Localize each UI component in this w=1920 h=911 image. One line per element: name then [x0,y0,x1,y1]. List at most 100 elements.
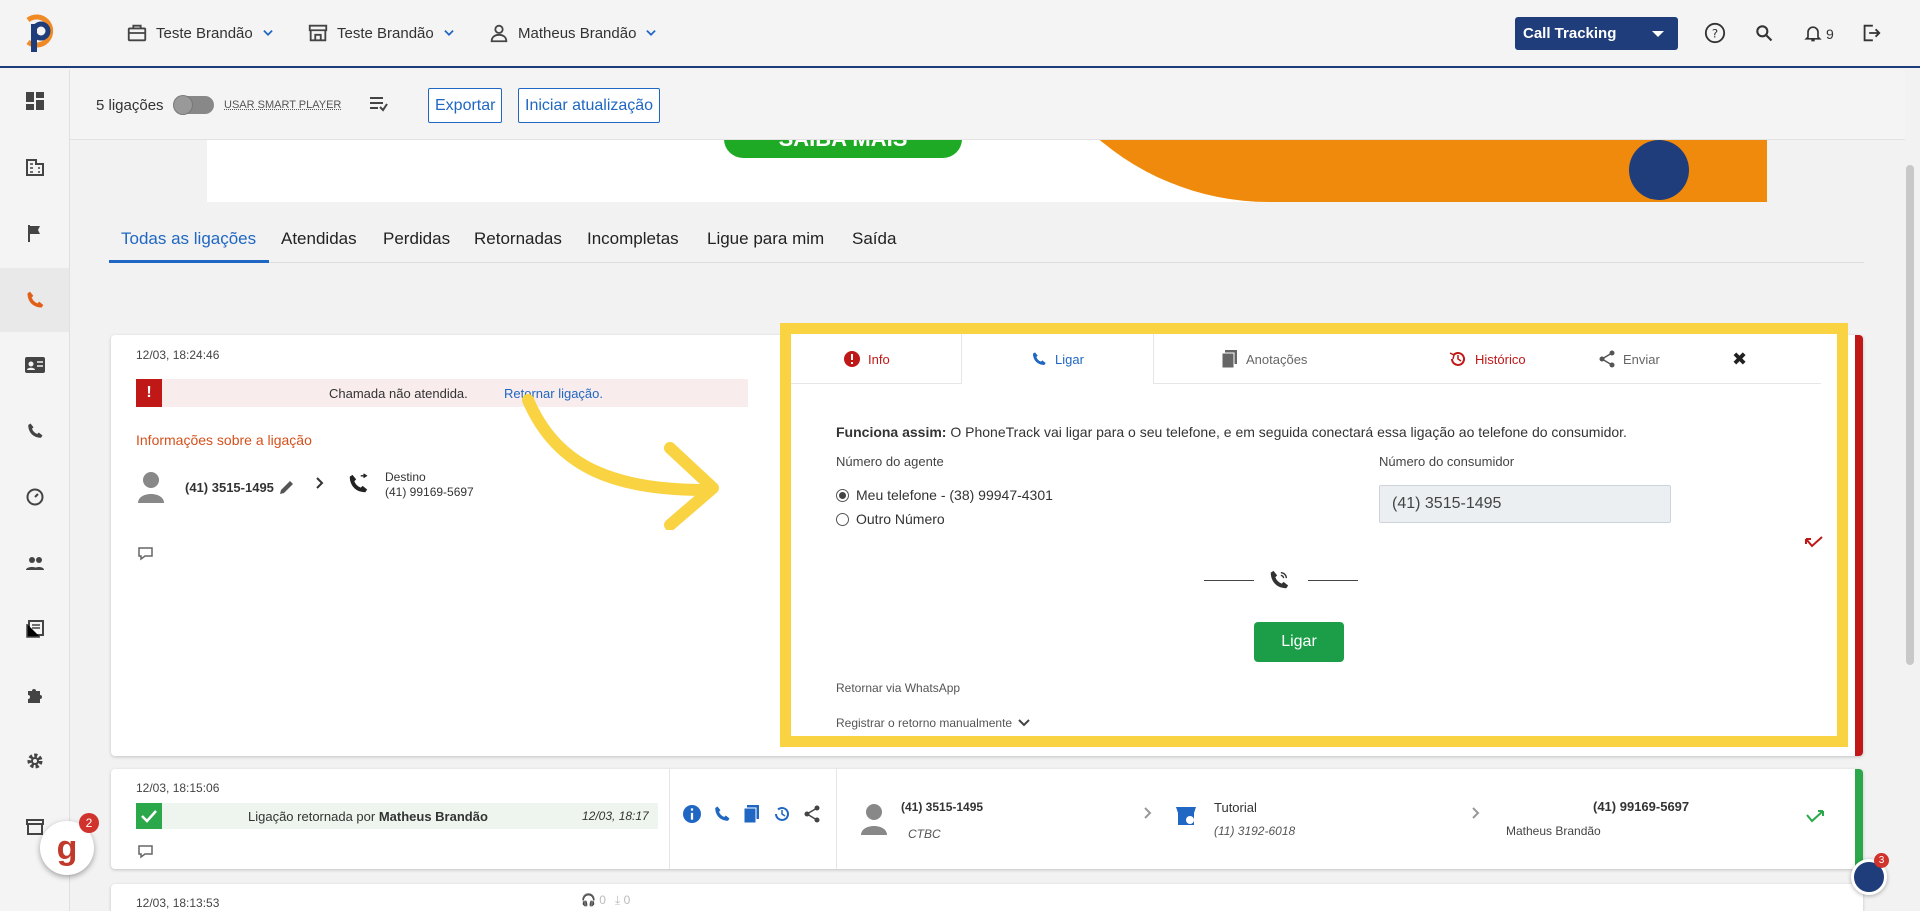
chevron-right-icon [1471,806,1481,820]
return-call-popup: Info Ligar Anotações Histórico Enviar ✖ … [780,323,1848,747]
help-badge: 3 [1874,853,1889,868]
tab-missed[interactable]: Perdidas [383,229,450,249]
answered-status-bar [1855,769,1863,869]
download-count-value: 0 [624,893,631,907]
flag-icon[interactable] [22,220,48,246]
popup-description-text: O PhoneTrack vai ligar para o seu telefo… [950,424,1627,440]
manual-return-toggle[interactable]: Registrar o retorno manualmente [836,716,1030,730]
info-icon[interactable] [683,805,701,823]
user-icon [488,22,510,44]
tab-returned[interactable]: Retornadas [474,229,562,249]
whatsapp-return-link[interactable]: Retornar via WhatsApp [836,681,960,695]
calls-nav-icon[interactable] [0,268,69,332]
logout-icon[interactable] [1858,20,1884,46]
phone-icon[interactable] [22,418,48,444]
download-count: ⤓ 0 [615,893,630,908]
listen-count: 🎧 0 [581,893,606,907]
sidebar [0,70,70,911]
call-card[interactable]: 12/03, 18:15:06 Ligação retornada por Ma… [111,769,1863,869]
listen-count-value: 0 [599,893,606,907]
tab-incomplete[interactable]: Incompletas [587,229,679,249]
agent-option-other[interactable]: Outro Número [836,511,945,527]
popup-tab-ligar-label: Ligar [1055,352,1084,367]
phone-icon[interactable] [713,805,731,823]
export-button[interactable]: Exportar [428,88,502,123]
bell-icon[interactable] [1800,20,1826,46]
campaign-number: (11) 3192-6018 [1214,824,1295,838]
radio-other-number[interactable] [836,513,849,526]
toggle-knob [174,96,192,114]
popup-tab-notes[interactable]: Anotações [1222,334,1307,384]
consumer-number-field[interactable]: (41) 3515-1495 [1379,485,1671,523]
phonetrack-logo[interactable] [22,12,58,54]
connector-line-right [1308,580,1358,581]
popup-tab-send[interactable]: Enviar [1599,334,1660,384]
book-icon[interactable] [22,616,48,642]
agent-option-my-phone-label: Meu telefone - (38) 99947-4301 [856,487,1053,503]
tab-call-me[interactable]: Ligue para mim [707,229,824,249]
chat-widget-logo: g [57,829,78,868]
contact-card-icon[interactable] [22,352,48,378]
popup-tab-history[interactable]: Histórico [1449,334,1526,384]
user-name: Matheus Brandão [518,25,636,42]
gear-icon[interactable] [22,748,48,774]
attendant-name: Matheus Brandão [1506,824,1601,838]
call-actions [683,805,821,823]
store-selector[interactable]: Teste Brandão [307,22,456,44]
pencil-icon[interactable] [278,478,296,496]
radio-my-phone[interactable] [836,489,849,502]
tab-answered[interactable]: Atendidas [281,229,357,249]
company-selector[interactable]: Teste Brandão [126,22,275,44]
call-card[interactable]: 12/03, 18:13:53 🎧 0 ⤓ 0 [111,884,1863,911]
returned-call-icon [1805,809,1825,825]
divider [836,769,837,869]
popup-tab-ligar[interactable]: Ligar [1031,334,1084,384]
gauge-icon[interactable] [22,484,48,510]
tab-outgoing[interactable]: Saída [852,229,896,249]
user-selector[interactable]: Matheus Brandão [488,22,658,44]
destination-number: (41) 99169-5697 [1593,799,1689,814]
chevron-down-icon [442,26,456,40]
connector-line-left [1204,580,1254,581]
smart-player-toggle[interactable] [174,96,214,114]
calls-toolbar: 5 ligações USAR SMART PLAYER Exportar In… [70,70,1905,140]
alert-icon: ! [136,379,162,407]
caller-number: (41) 3515-1495 [901,800,983,814]
share-icon [1599,350,1615,368]
avatar [861,803,887,835]
reply-icon[interactable] [137,843,155,859]
tab-all-calls[interactable]: Todas as ligações [121,229,256,249]
close-icon[interactable]: ✖ [1732,349,1747,370]
check-icon [136,803,162,829]
start-update-button[interactable]: Iniciar atualização [518,88,660,123]
scrollbar-thumb[interactable] [1906,165,1914,665]
chevron-right-icon [1143,806,1153,820]
call-button[interactable]: Ligar [1254,622,1344,662]
popup-tab-info-label: Info [868,352,890,367]
puzzle-icon[interactable] [22,682,48,708]
popup-tab-history-label: Histórico [1475,352,1526,367]
share-icon[interactable] [803,805,821,823]
svg-text:?: ? [1712,27,1718,41]
dashboard-icon[interactable] [22,88,48,114]
building-icon[interactable] [22,154,48,180]
agent-number-label: Número do agente [836,454,944,469]
users-icon[interactable] [22,550,48,576]
reply-icon[interactable] [137,545,155,561]
product-dropdown[interactable]: Call Tracking [1515,17,1678,50]
promo-banner[interactable]: SAIBA MAIS [207,140,1767,202]
chevron-down-icon [644,26,658,40]
notes-icon[interactable] [743,805,761,823]
smart-player-label[interactable]: USAR SMART PLAYER [224,99,341,111]
help-icon[interactable]: ? [1702,20,1728,46]
history-icon[interactable] [773,805,791,823]
destination-label: Destino [385,470,426,484]
banner-cta[interactable]: SAIBA MAIS [724,140,962,158]
search-icon[interactable] [1751,20,1777,46]
chevron-right-icon [315,476,325,490]
popup-tab-info[interactable]: Info [844,334,890,384]
agent-option-my-phone[interactable]: Meu telefone - (38) 99947-4301 [836,487,1053,503]
company-name: Teste Brandão [156,25,253,42]
sort-filter-icon[interactable] [368,95,388,113]
history-icon [1449,350,1467,368]
